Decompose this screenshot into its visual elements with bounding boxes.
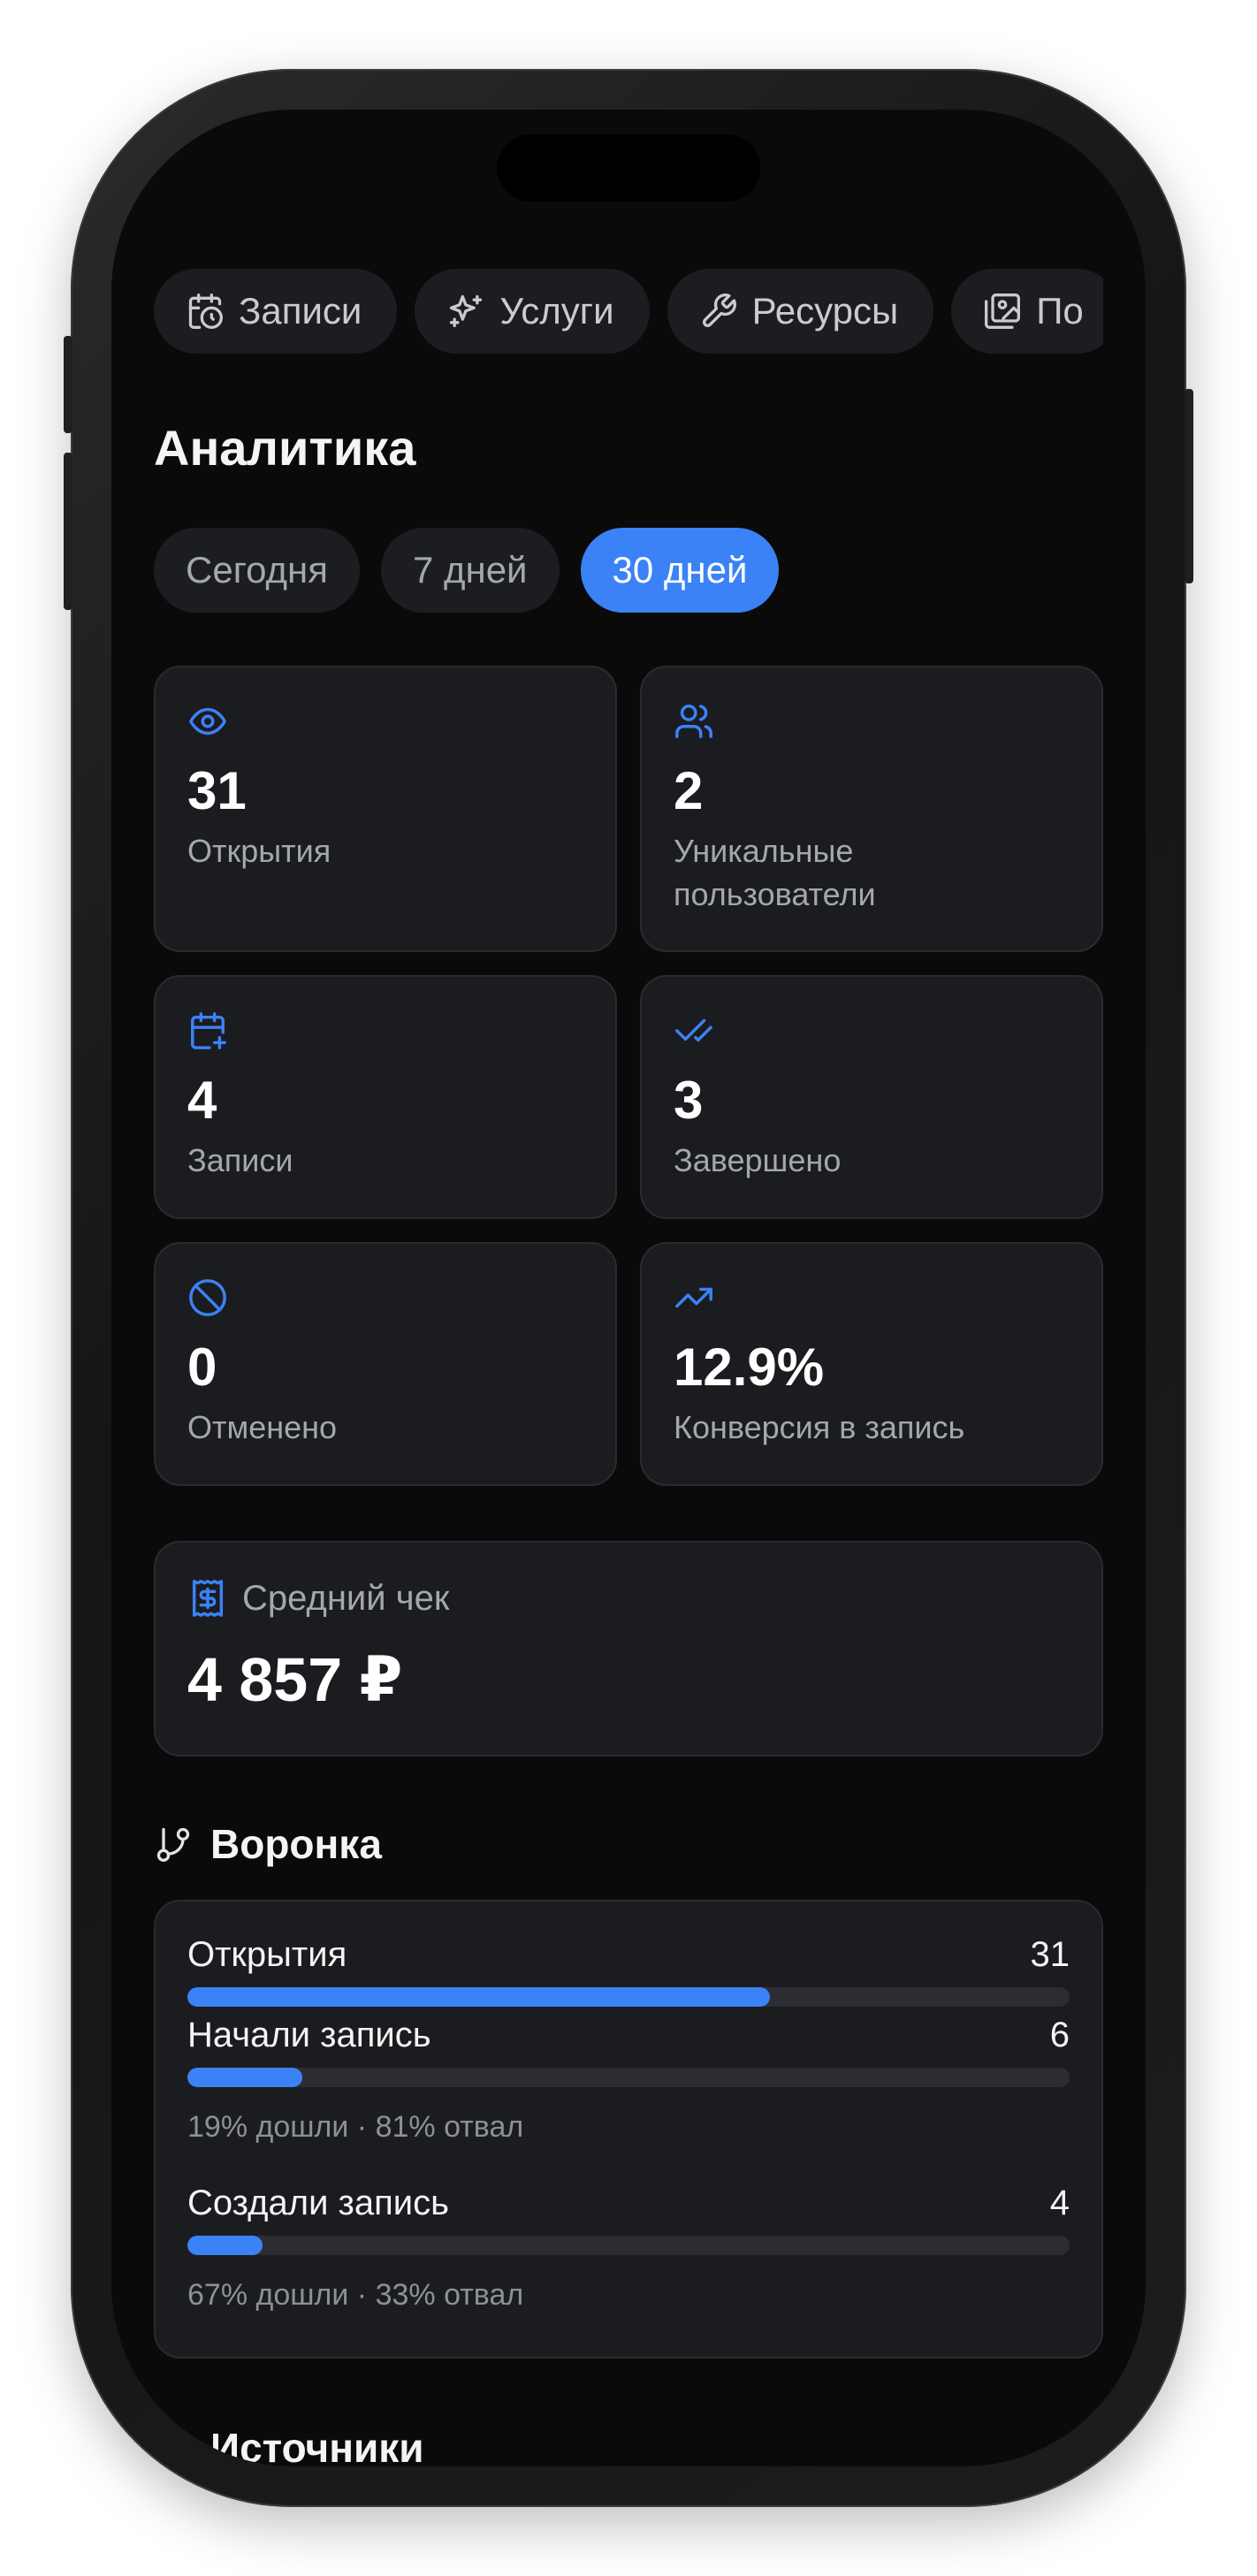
funnel-row-value: 6: [1049, 2016, 1070, 2054]
stat-label: Открытия: [187, 833, 331, 869]
avg-check-value: 4 857 ₽: [187, 1645, 403, 1714]
stat-card-unique-users: 2 Уникальные пользователи: [640, 666, 1103, 952]
wrench-icon: [702, 293, 736, 327]
nav-chip-services[interactable]: Услуги: [415, 269, 650, 354]
page-title: Аналитика: [154, 420, 416, 476]
power-button: [1185, 389, 1193, 583]
period-7-days[interactable]: 7 дней: [380, 528, 560, 613]
phone-screen: Записи Услуги Ресурсы По Аналитика Сегод…: [111, 110, 1146, 2466]
funnel-progress-fill: [187, 2236, 263, 2255]
stat-value: 2: [674, 761, 704, 820]
calendar-plus-icon: [191, 1012, 226, 1049]
funnel-progress-bar: [187, 2068, 1070, 2087]
calendar-clock-icon: [188, 293, 223, 329]
funnel-progress-fill: [187, 1987, 770, 2007]
funnel-row-label: Начали запись: [187, 2016, 431, 2054]
funnel-row-label: Создали запись: [187, 2184, 449, 2222]
stat-value: 3: [674, 1071, 704, 1130]
stat-card-conversion: 12.9% Конверсия в запись: [640, 1242, 1103, 1486]
stat-value: 31: [187, 761, 247, 820]
trending-up-icon: [675, 1287, 712, 1308]
funnel-title: Воронка: [210, 1821, 382, 1867]
funnel-row-created: Создали запись 4 67% дошли · 33% отвал: [187, 2184, 1070, 2313]
funnel-row-value: 4: [1049, 2184, 1070, 2222]
stats-grid: 31 Открытия 2 Уникальные пользователи 4 …: [154, 666, 1103, 1486]
stat-card-bookings: 4 Записи: [154, 975, 617, 1219]
avg-check-header: Средний чек: [187, 1578, 1070, 1619]
nav-chip-bookings[interactable]: Записи: [154, 269, 398, 354]
volume-button: [64, 453, 72, 610]
nav-chip-label: Ресурсы: [751, 290, 899, 332]
funnel-progress-fill: [187, 2068, 302, 2087]
nav-chip-portfolio[interactable]: По: [951, 269, 1103, 354]
funnel-progress-bar: [187, 2236, 1070, 2255]
funnel-row-note: 67% дошли · 33% отвал: [187, 2278, 524, 2312]
stat-card-cancelled: 0 Отменено: [154, 1242, 617, 1486]
funnel-progress-bar: [187, 1987, 1070, 2007]
nav-chip-label: Записи: [239, 290, 362, 332]
stat-card-completed: 3 Завершено: [640, 975, 1103, 1219]
dynamic-island: [497, 134, 760, 202]
avg-check-card: Средний чек 4 857 ₽: [154, 1541, 1103, 1757]
funnel-header: Воронка: [154, 1820, 1103, 1868]
mute-switch: [64, 336, 72, 433]
sources-title: Источники: [210, 2425, 424, 2466]
stat-label: Уникальные пользователи: [674, 833, 876, 912]
stat-value: 0: [187, 1338, 217, 1397]
stat-label: Отменено: [187, 1409, 338, 1445]
avg-check-label: Средний чек: [242, 1578, 450, 1618]
nav-chip-label: По: [1036, 290, 1084, 332]
sparkles-icon: [450, 294, 483, 328]
images-icon: [985, 293, 1021, 329]
funnel-row-label: Открытия: [187, 1935, 347, 1974]
analytics-page: Записи Услуги Ресурсы По Аналитика Сегод…: [154, 269, 1103, 2466]
users-icon: [675, 705, 712, 738]
stat-value: 4: [187, 1071, 217, 1130]
stat-label: Конверсия в запись: [674, 1409, 965, 1445]
stat-value: 12.9%: [674, 1338, 825, 1397]
funnel-row-note: 19% дошли · 81% отвал: [187, 2110, 524, 2144]
ban-icon: [189, 1279, 226, 1316]
section-nav: Записи Услуги Ресурсы По: [154, 269, 1103, 354]
stat-card-opens: 31 Открытия: [154, 666, 617, 952]
funnel-row-started: Начали запись 6 19% дошли · 81% отвал: [187, 2016, 1070, 2145]
nav-chip-resources[interactable]: Ресурсы: [667, 269, 934, 354]
stat-label: Завершено: [674, 1142, 842, 1178]
nav-chip-label: Услуги: [499, 290, 614, 332]
funnel-card: Открытия 31 Начали запись 6 19% дошли · …: [154, 1900, 1103, 2359]
period-selector: Сегодня 7 дней 30 дней: [154, 528, 1103, 613]
git-branch-icon: [156, 1827, 190, 1862]
period-today[interactable]: Сегодня: [154, 528, 360, 613]
period-30-days[interactable]: 30 дней: [580, 528, 780, 613]
check-check-icon: [675, 1018, 712, 1042]
receipt-icon: [192, 1580, 224, 1617]
funnel-row-opens: Открытия 31: [187, 1935, 1070, 2007]
funnel-row-value: 31: [1030, 1935, 1070, 1974]
eye-icon: [189, 707, 226, 735]
stat-label: Записи: [187, 1142, 293, 1178]
